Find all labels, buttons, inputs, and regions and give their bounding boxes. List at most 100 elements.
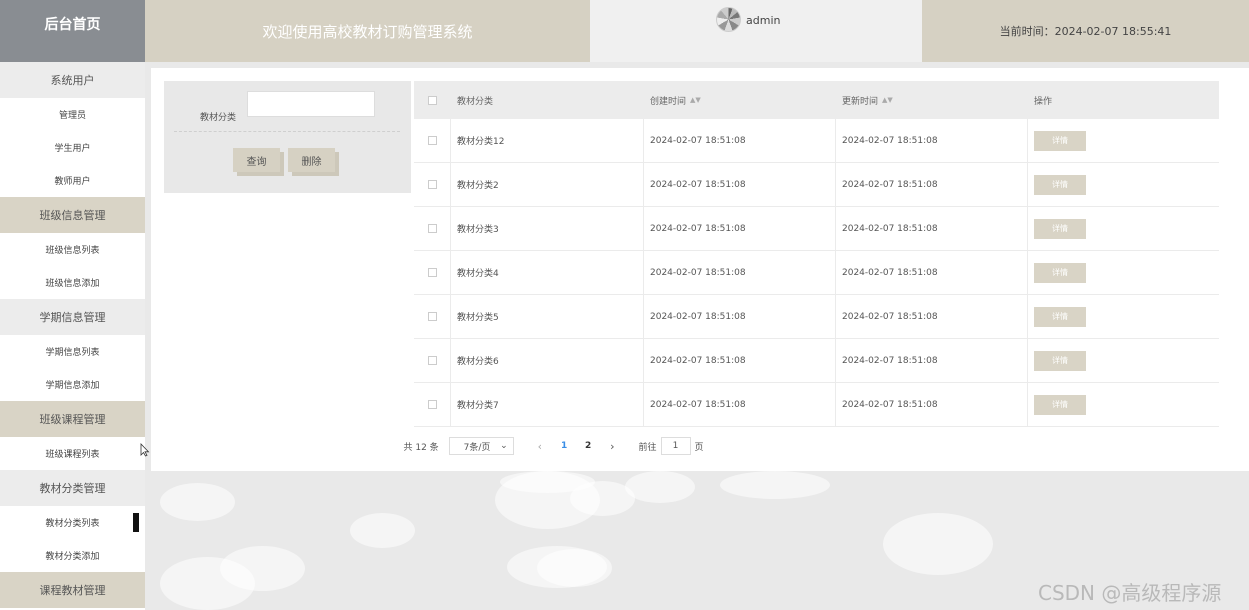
detail-button[interactable]: 详情	[1034, 262, 1086, 283]
brand-home-link[interactable]: 后台首页	[0, 0, 145, 62]
cell-created: 2024-02-07 18:51:08	[644, 339, 836, 382]
goto-label: 前往	[638, 442, 657, 453]
cell-updated: 2024-02-07 18:51:08	[836, 163, 1028, 206]
detail-button[interactable]: 详情	[1034, 394, 1086, 415]
sidebar-group[interactable]: 班级课程管理	[0, 401, 145, 437]
page-1[interactable]: 1	[552, 441, 576, 451]
cell-action: 详情	[1028, 163, 1219, 206]
system-title: 欢迎使用高校教材订购管理系统	[145, 0, 590, 62]
sort-icon[interactable]: ▲▼	[882, 96, 893, 104]
delete-button[interactable]: 删除	[288, 148, 335, 172]
table-row: 教材分类6 2024-02-07 18:51:08 2024-02-07 18:51…	[414, 339, 1219, 383]
row-checkbox[interactable]	[427, 224, 437, 233]
sidebar-item[interactable]: 班级课程列表	[0, 437, 145, 470]
detail-button[interactable]: 详情	[1034, 130, 1086, 151]
sidebar-item[interactable]: 教材分类添加	[0, 539, 145, 572]
sidebar-item[interactable]: 管理员	[0, 98, 145, 131]
sort-icon[interactable]: ▲▼	[690, 96, 701, 104]
row-checkbox[interactable]	[427, 356, 437, 365]
sidebar-item[interactable]: 教师用户	[0, 164, 145, 197]
current-time: 当前时间： 2024-02-07 18:55:41	[922, 0, 1249, 62]
cell-category: 教材分类12	[451, 119, 644, 162]
sidebar-item[interactable]: 班级信息列表	[0, 233, 145, 266]
sidebar-item[interactable]: 班级信息添加	[0, 266, 145, 299]
sidebar-group[interactable]: 教材分类管理	[0, 470, 145, 506]
cell-category: 教材分类7	[451, 383, 644, 426]
chevron-down-icon: ⌄	[500, 441, 508, 451]
detail-button[interactable]: 详情	[1034, 218, 1086, 239]
col-header-created[interactable]: 创建时间 ▲▼	[644, 81, 836, 119]
main-content: 教材分类 查询 删除 教材分类 创建时间 ▲▼ 更新时间 ▲▼ 操作 教材分类12 2…	[151, 68, 1249, 471]
detail-button[interactable]: 详情	[1034, 174, 1086, 195]
row-checkbox[interactable]	[427, 268, 437, 277]
prev-page-icon[interactable]: ‹	[538, 440, 542, 453]
row-checkbox[interactable]	[427, 312, 437, 321]
cell-category: 教材分类2	[451, 163, 644, 206]
table-header: 教材分类 创建时间 ▲▼ 更新时间 ▲▼ 操作	[414, 81, 1219, 119]
cell-created: 2024-02-07 18:51:08	[644, 383, 836, 426]
top-header: 后台首页 欢迎使用高校教材订购管理系统 admin 当前时间： 2024-02-…	[0, 0, 1249, 62]
sidebar: 系统用户 管理员 学生用户 教师用户 班级信息管理 班级信息列表 班级信息添加 学期信息管理学…	[0, 62, 145, 610]
row-checkbox[interactable]	[427, 180, 437, 189]
sidebar-item[interactable]: 学生用户	[0, 131, 145, 164]
cell-action: 详情	[1028, 207, 1219, 250]
user-area: admin	[590, 0, 922, 62]
goto-page-input[interactable]: 1	[660, 437, 691, 455]
select-all-checkbox[interactable]	[428, 95, 437, 105]
search-label: 教材分类	[200, 113, 237, 123]
cell-updated: 2024-02-07 18:51:08	[836, 207, 1028, 250]
table-row: 教材分类4 2024-02-07 18:51:08 2024-02-07 18:51…	[414, 251, 1219, 295]
sidebar-item[interactable]: 教材分类列表	[0, 506, 145, 539]
pagination: 共 12 条 7条/页 ⌄ ‹ 1 2 › 前往 1 页	[151, 436, 956, 456]
cell-action: 详情	[1028, 251, 1219, 294]
row-checkbox[interactable]	[427, 400, 437, 409]
detail-button[interactable]: 详情	[1034, 350, 1086, 371]
page-2[interactable]: 2	[576, 441, 600, 451]
cell-created: 2024-02-07 18:51:08	[644, 207, 836, 250]
col-header-action: 操作	[1034, 96, 1053, 107]
cell-updated: 2024-02-07 18:51:08	[836, 119, 1028, 162]
query-button[interactable]: 查询	[233, 148, 280, 172]
avatar-icon[interactable]	[716, 7, 741, 32]
cell-updated: 2024-02-07 18:51:08	[836, 295, 1028, 338]
cell-category: 教材分类6	[451, 339, 644, 382]
total-count: 共 12 条	[403, 442, 439, 453]
table-row: 教材分类3 2024-02-07 18:51:08 2024-02-07 18:51…	[414, 207, 1219, 251]
search-panel: 教材分类 查询 删除	[164, 81, 411, 193]
row-checkbox[interactable]	[427, 136, 437, 145]
table-body: 教材分类12 2024-02-07 18:51:08 2024-02-07 18:5…	[414, 119, 1219, 427]
mouse-cursor-icon	[140, 443, 150, 457]
col-header-updated[interactable]: 更新时间 ▲▼	[836, 81, 1028, 119]
divider	[174, 131, 400, 132]
cell-action: 详情	[1028, 383, 1219, 426]
cell-action: 详情	[1028, 295, 1219, 338]
cell-category: 教材分类4	[451, 251, 644, 294]
page-size-select[interactable]: 7条/页 ⌄	[448, 437, 514, 455]
username[interactable]: admin	[746, 14, 780, 27]
time-label: 当前时间：	[999, 25, 1055, 38]
watermark: CSDN @高级程序源	[1038, 581, 1222, 605]
sidebar-item[interactable]: 学期信息列表	[0, 335, 145, 368]
category-search-input[interactable]	[247, 91, 375, 117]
cell-action: 详情	[1028, 339, 1219, 382]
col-header-category: 教材分类	[457, 96, 494, 107]
table-row: 教材分类2 2024-02-07 18:51:08 2024-02-07 18:51…	[414, 163, 1219, 207]
cell-updated: 2024-02-07 18:51:08	[836, 383, 1028, 426]
sidebar-group[interactable]: 班级信息管理	[0, 197, 145, 233]
table-row: 教材分类12 2024-02-07 18:51:08 2024-02-07 18:5…	[414, 119, 1219, 163]
cell-category: 教材分类5	[451, 295, 644, 338]
time-value: 2024-02-07 18:55:41	[1054, 24, 1172, 38]
cell-created: 2024-02-07 18:51:08	[644, 119, 836, 162]
sidebar-group[interactable]: 系统用户	[0, 62, 145, 98]
goto-suffix: 页	[694, 442, 704, 453]
cell-created: 2024-02-07 18:51:08	[644, 295, 836, 338]
table-row: 教材分类5 2024-02-07 18:51:08 2024-02-07 18:51…	[414, 295, 1219, 339]
cell-created: 2024-02-07 18:51:08	[644, 163, 836, 206]
data-table: 教材分类 创建时间 ▲▼ 更新时间 ▲▼ 操作 教材分类12 2024-02-07 1…	[414, 81, 1219, 427]
sidebar-item[interactable]: 学期信息添加	[0, 368, 145, 401]
sidebar-group[interactable]: 课程教材管理	[0, 572, 145, 608]
next-page-icon[interactable]: ›	[610, 440, 614, 453]
sidebar-group[interactable]: 学期信息管理	[0, 299, 145, 335]
table-row: 教材分类7 2024-02-07 18:51:08 2024-02-07 18:51…	[414, 383, 1219, 427]
detail-button[interactable]: 详情	[1034, 306, 1086, 327]
